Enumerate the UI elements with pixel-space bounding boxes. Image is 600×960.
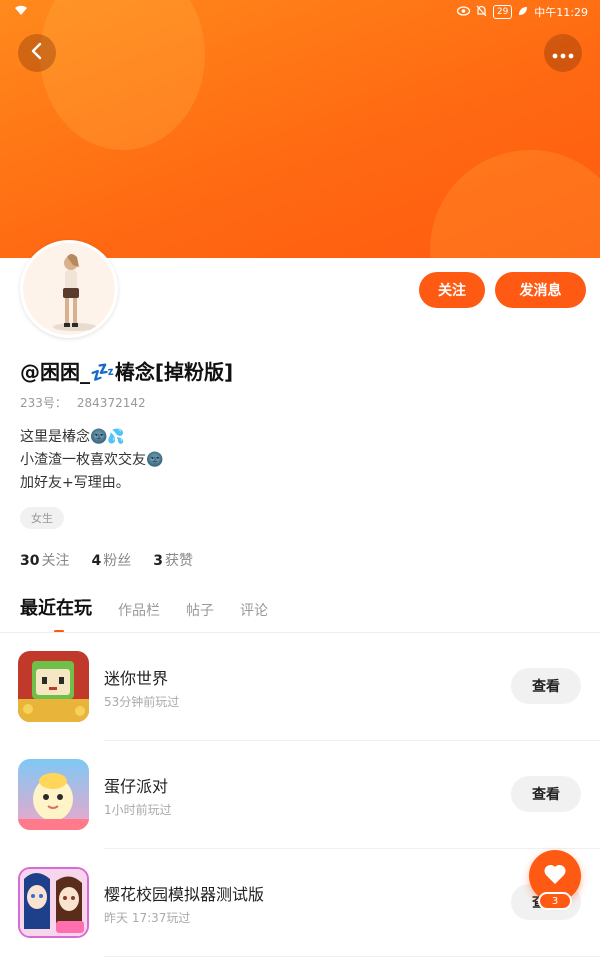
stat-label: 粉丝 bbox=[103, 553, 132, 569]
game-icon-mini-world bbox=[18, 651, 89, 722]
bio-line: 小渣渣一枚喜欢交友🌚 bbox=[20, 452, 164, 468]
game-played-time: 1小时前玩过 bbox=[104, 803, 172, 817]
nickname: @困困_💤椿念[掉粉版] bbox=[20, 360, 234, 384]
back-arrow-icon bbox=[30, 42, 44, 64]
eye-icon bbox=[456, 5, 470, 19]
stat-label: 关注 bbox=[41, 553, 70, 569]
more-dots-icon bbox=[552, 44, 574, 63]
more-button[interactable] bbox=[544, 34, 582, 72]
back-button[interactable] bbox=[18, 34, 56, 72]
user-id-value: 284372142 bbox=[76, 396, 146, 410]
status-time: 中午11:29 bbox=[534, 6, 588, 19]
game-list-item[interactable]: 樱花校园模拟器测试版 昨天 17:37玩过 查看 bbox=[0, 849, 600, 957]
wifi-icon bbox=[14, 4, 28, 19]
profile-banner bbox=[0, 0, 600, 258]
profile-tabs: 最近在玩 作品栏 帖子 评论 bbox=[20, 594, 268, 633]
stat-count: 4 bbox=[91, 553, 102, 569]
stat-count: 30 bbox=[20, 553, 40, 569]
game-list-item[interactable]: 蛋仔派对 1小时前玩过 查看 bbox=[0, 741, 600, 849]
leaf-icon bbox=[518, 6, 528, 19]
game-name: 樱花校园模拟器测试版 bbox=[104, 885, 265, 904]
battery-icon: 29 bbox=[492, 5, 513, 19]
avatar-image bbox=[23, 243, 115, 335]
bio: 这里是椿念🌚💦 小渣渣一枚喜欢交友🌚 加好友+写理由。 bbox=[20, 426, 163, 495]
avatar[interactable] bbox=[20, 240, 118, 338]
divider bbox=[104, 956, 600, 957]
game-played-time: 53分钟前玩过 bbox=[104, 695, 180, 709]
game-list-item[interactable]: 迷你世界 53分钟前玩过 查看 bbox=[0, 633, 600, 741]
tab-comments[interactable]: 评论 bbox=[240, 600, 268, 620]
game-icon-sakura-school bbox=[18, 867, 89, 938]
heart-icon bbox=[543, 863, 567, 889]
game-played-time: 昨天 17:37玩过 bbox=[104, 911, 191, 925]
view-button[interactable]: 查看 bbox=[511, 668, 581, 704]
game-name: 蛋仔派对 bbox=[104, 777, 169, 796]
mute-icon bbox=[476, 5, 487, 20]
user-id: 233号： 284372142 bbox=[20, 394, 146, 411]
stat-fans[interactable]: 4 粉丝 bbox=[91, 550, 131, 570]
send-message-button[interactable]: 发消息 bbox=[495, 272, 586, 308]
follow-button[interactable]: 关注 bbox=[419, 272, 485, 308]
game-icon-eggy-party bbox=[18, 759, 89, 830]
bio-line: 加好友+写理由。 bbox=[20, 475, 130, 491]
user-id-label: 233号： bbox=[20, 396, 67, 410]
tab-posts[interactable]: 帖子 bbox=[186, 600, 214, 620]
banner-decoration bbox=[430, 150, 600, 258]
gender-tag: 女生 bbox=[20, 507, 64, 529]
view-button[interactable]: 查看 bbox=[511, 776, 581, 812]
stat-likes[interactable]: 3 获赞 bbox=[153, 550, 193, 570]
tab-works[interactable]: 作品栏 bbox=[118, 600, 160, 620]
stats-row: 30 关注 4 粉丝 3 获赞 bbox=[20, 550, 193, 570]
stat-count: 3 bbox=[153, 553, 163, 569]
stat-label: 获赞 bbox=[164, 553, 193, 569]
stat-following[interactable]: 30 关注 bbox=[20, 550, 69, 570]
game-name: 迷你世界 bbox=[104, 669, 169, 688]
like-count-badge: 3 bbox=[538, 892, 572, 910]
status-bar: 29 中午11:29 bbox=[0, 0, 600, 24]
tab-recently-played[interactable]: 最近在玩 bbox=[20, 594, 92, 633]
bio-line: 这里是椿念🌚💦 bbox=[20, 429, 125, 445]
